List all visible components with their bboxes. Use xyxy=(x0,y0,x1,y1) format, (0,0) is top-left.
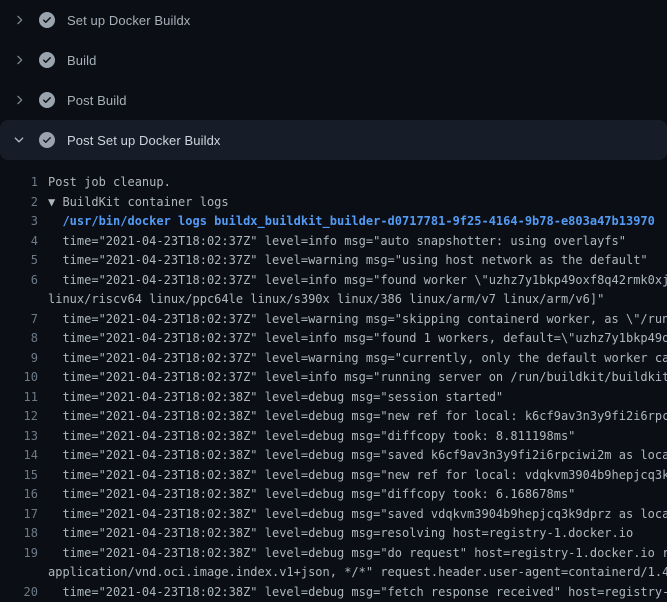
log-line-number[interactable]: 5 xyxy=(0,251,38,271)
log-text: time="2021-04-23T18:02:37Z" level=warnin… xyxy=(48,310,667,330)
log-line-number[interactable]: 4 xyxy=(0,232,38,252)
log-line-10: 10 time="2021-04-23T18:02:37Z" level=inf… xyxy=(0,368,667,388)
step-title: Set up Docker Buildx xyxy=(67,13,190,28)
step-header-post-build[interactable]: Post Build xyxy=(0,80,667,120)
log-line-number[interactable]: 8 xyxy=(0,329,38,349)
log-text: Post job cleanup. xyxy=(48,173,171,193)
step-header-build[interactable]: Build xyxy=(0,40,667,80)
log-line-19: 19 time="2021-04-23T18:02:38Z" level=deb… xyxy=(0,544,667,564)
check-circle-icon xyxy=(39,12,55,28)
step-header-set-up-docker-buildx[interactable]: Set up Docker Buildx xyxy=(0,0,667,40)
log-line-3: 3 /usr/bin/docker logs buildx_buildkit_b… xyxy=(0,212,667,232)
log-line-1: 1 Post job cleanup. xyxy=(0,173,667,193)
log-line-5: 5 time="2021-04-23T18:02:37Z" level=warn… xyxy=(0,251,667,271)
log-line-4: 4 time="2021-04-23T18:02:37Z" level=info… xyxy=(0,232,667,252)
step-title: Build xyxy=(67,53,96,68)
check-circle-icon xyxy=(39,52,55,68)
log-line-number[interactable]: 11 xyxy=(0,388,38,408)
log-text: time="2021-04-23T18:02:38Z" level=debug … xyxy=(48,407,667,427)
log-text: time="2021-04-23T18:02:38Z" level=debug … xyxy=(48,524,633,544)
log-line-number[interactable]: 12 xyxy=(0,407,38,427)
log-line-number[interactable]: 14 xyxy=(0,446,38,466)
log-line-number[interactable]: 13 xyxy=(0,427,38,447)
log-line-number xyxy=(0,290,38,310)
log-line-number[interactable]: 18 xyxy=(0,524,38,544)
chevron-right-icon xyxy=(12,13,26,27)
log-text: linux/riscv64 linux/ppc64le linux/s390x … xyxy=(48,290,604,310)
log-group-title: BuildKit container logs xyxy=(55,193,228,213)
log-command-text: /usr/bin/docker logs buildx_buildkit_bui… xyxy=(48,212,655,232)
log-text: time="2021-04-23T18:02:38Z" level=debug … xyxy=(48,544,667,564)
log-line-11: 11 time="2021-04-23T18:02:38Z" level=deb… xyxy=(0,388,667,408)
log-text: time="2021-04-23T18:02:37Z" level=warnin… xyxy=(48,251,648,271)
log-line-15: 15 time="2021-04-23T18:02:38Z" level=deb… xyxy=(0,466,667,486)
log-line-number xyxy=(0,563,38,583)
log-text: application/vnd.oci.image.index.v1+json,… xyxy=(48,563,667,583)
log-text: time="2021-04-23T18:02:37Z" level=info m… xyxy=(48,271,667,291)
log-line-number[interactable]: 15 xyxy=(0,466,38,486)
step-title: Post Set up Docker Buildx xyxy=(67,133,221,148)
steps-list: Set up Docker Buildx Build Post Build Post … xyxy=(0,0,667,160)
log-line-13: 13 time="2021-04-23T18:02:38Z" level=deb… xyxy=(0,427,667,447)
check-circle-icon xyxy=(39,92,55,108)
log-text: time="2021-04-23T18:02:38Z" level=debug … xyxy=(48,427,575,447)
step-header-post-set-up-docker-buildx[interactable]: Post Set up Docker Buildx xyxy=(0,120,667,160)
log-text: time="2021-04-23T18:02:37Z" level=info m… xyxy=(48,232,626,252)
log-line-16: 16 time="2021-04-23T18:02:38Z" level=deb… xyxy=(0,485,667,505)
log-text: time="2021-04-23T18:02:38Z" level=debug … xyxy=(48,388,503,408)
log-line-wrap: linux/riscv64 linux/ppc64le linux/s390x … xyxy=(0,290,667,310)
log-line-number[interactable]: 3 xyxy=(0,212,38,232)
log-line-18: 18 time="2021-04-23T18:02:38Z" level=deb… xyxy=(0,524,667,544)
log-line-9: 9 time="2021-04-23T18:02:37Z" level=warn… xyxy=(0,349,667,369)
log-line-number[interactable]: 6 xyxy=(0,271,38,291)
log-line-number[interactable]: 20 xyxy=(0,583,38,602)
log-line-number[interactable]: 1 xyxy=(0,173,38,193)
check-circle-icon xyxy=(39,132,55,148)
log-viewer: 1 Post job cleanup. 2 ▼ BuildKit container … xyxy=(0,160,667,602)
log-line-14: 14 time="2021-04-23T18:02:38Z" level=deb… xyxy=(0,446,667,466)
log-text: time="2021-04-23T18:02:38Z" level=debug … xyxy=(48,485,575,505)
log-text: time="2021-04-23T18:02:37Z" level=warnin… xyxy=(48,349,667,369)
log-line-12: 12 time="2021-04-23T18:02:38Z" level=deb… xyxy=(0,407,667,427)
log-line-number[interactable]: 16 xyxy=(0,485,38,505)
chevron-down-icon xyxy=(12,133,26,147)
step-title: Post Build xyxy=(67,93,127,108)
log-line-17: 17 time="2021-04-23T18:02:38Z" level=deb… xyxy=(0,505,667,525)
log-text: time="2021-04-23T18:02:38Z" level=debug … xyxy=(48,466,667,486)
log-text: time="2021-04-23T18:02:38Z" level=debug … xyxy=(48,505,667,525)
log-group-toggle-icon[interactable]: ▼ xyxy=(48,193,55,213)
log-line-number[interactable]: 2 xyxy=(0,193,38,213)
log-group-header[interactable]: ▼ BuildKit container logs xyxy=(48,193,229,213)
log-text: time="2021-04-23T18:02:38Z" level=debug … xyxy=(48,583,667,602)
chevron-right-icon xyxy=(12,93,26,107)
log-line-2: 2 ▼ BuildKit container logs xyxy=(0,193,667,213)
log-text: time="2021-04-23T18:02:37Z" level=info m… xyxy=(48,368,667,388)
log-text: time="2021-04-23T18:02:38Z" level=debug … xyxy=(48,446,667,466)
log-line-number[interactable]: 17 xyxy=(0,505,38,525)
log-line-number[interactable]: 7 xyxy=(0,310,38,330)
log-line-8: 8 time="2021-04-23T18:02:37Z" level=info… xyxy=(0,329,667,349)
log-line-number[interactable]: 10 xyxy=(0,368,38,388)
chevron-right-icon xyxy=(12,53,26,67)
log-line-number[interactable]: 19 xyxy=(0,544,38,564)
log-line-wrap: application/vnd.oci.image.index.v1+json,… xyxy=(0,563,667,583)
log-text: time="2021-04-23T18:02:37Z" level=info m… xyxy=(48,329,667,349)
log-line-7: 7 time="2021-04-23T18:02:37Z" level=warn… xyxy=(0,310,667,330)
log-line-20: 20 time="2021-04-23T18:02:38Z" level=deb… xyxy=(0,583,667,602)
log-line-6: 6 time="2021-04-23T18:02:37Z" level=info… xyxy=(0,271,667,291)
log-line-number[interactable]: 9 xyxy=(0,349,38,369)
